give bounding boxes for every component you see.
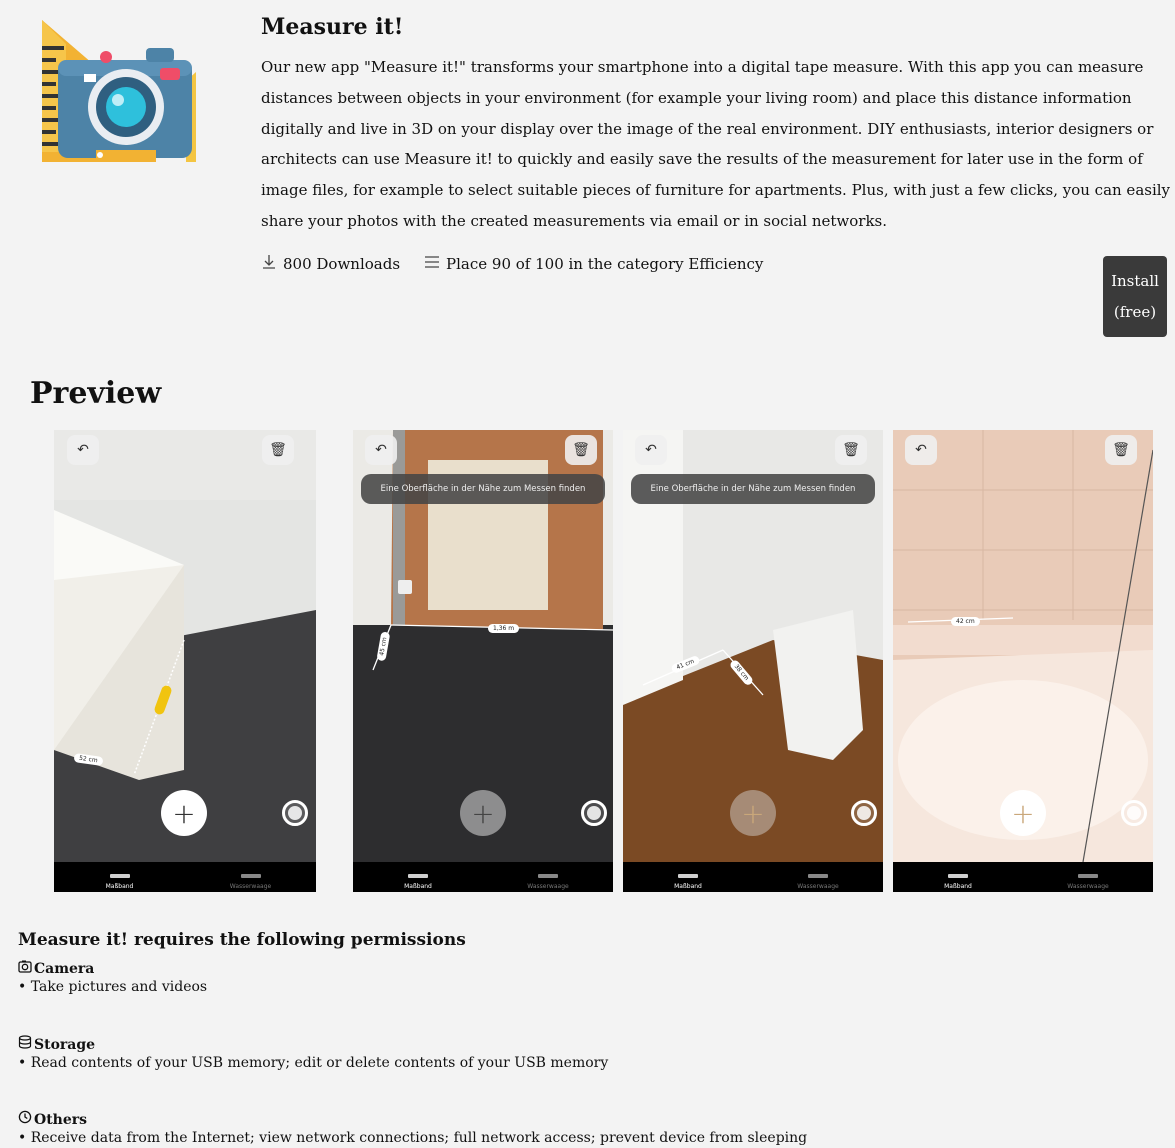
preview-title: Preview xyxy=(30,376,162,411)
permissions-heading: Measure it! requires the following permi… xyxy=(18,930,466,950)
shutter-button[interactable] xyxy=(851,800,877,826)
plus-icon[interactable]: + xyxy=(1000,790,1046,836)
rank-stat: Place 90 of 100 in the category Efficien… xyxy=(424,255,763,273)
permission-camera: Camera • Take pictures and videos xyxy=(18,960,207,997)
permission-title: Camera xyxy=(34,961,95,977)
permission-title: Storage xyxy=(34,1036,96,1053)
trash-icon[interactable]: 🗑 xyxy=(565,435,597,465)
install-button[interactable]: Install (free) xyxy=(1103,256,1167,337)
permission-item: • Read contents of your USB memory; edit… xyxy=(18,1055,609,1071)
undo-icon[interactable]: ↶ xyxy=(365,435,397,465)
shutter-button[interactable] xyxy=(1121,800,1147,826)
plus-icon[interactable]: + xyxy=(460,790,506,836)
trash-icon[interactable]: 🗑 xyxy=(1105,435,1137,465)
permission-storage: Storage • Read contents of your USB memo… xyxy=(18,1035,608,1073)
tab-massband[interactable]: Maßband xyxy=(353,874,483,890)
trash-icon[interactable]: 🗑 xyxy=(835,435,867,465)
tab-massband[interactable]: Maßband xyxy=(893,874,1023,890)
preview-screenshot-1[interactable]: ↶ 🗑 52 cm + Maßband Wasserwaage xyxy=(54,430,316,892)
tab-wasserwaage[interactable]: Wasserwaage xyxy=(483,874,613,890)
preview-screenshot-3[interactable]: ↶ 🗑 Eine Oberfläche in der Nähe zum Mess… xyxy=(623,430,883,892)
shutter-button[interactable] xyxy=(581,800,607,826)
install-label-line2: (free) xyxy=(1113,302,1157,321)
tab-wasserwaage[interactable]: Wasserwaage xyxy=(185,874,316,890)
camera-icon xyxy=(18,960,32,978)
tab-massband[interactable]: Maßband xyxy=(623,874,753,890)
app-description: Our new app "Measure it!" transforms you… xyxy=(261,58,1171,230)
measurement-label: 1,36 m xyxy=(488,624,520,633)
app-title: Measure it! xyxy=(261,14,404,40)
preview-screenshot-2[interactable]: ↶ 🗑 Eine Oberfläche in der Nähe zum Mess… xyxy=(353,430,613,892)
permission-title: Others xyxy=(34,1111,88,1128)
surface-hint: Eine Oberfläche in der Nähe zum Messen f… xyxy=(361,474,605,504)
tab-bar: Maßband Wasserwaage xyxy=(54,862,316,892)
install-label-line1: Install xyxy=(1111,271,1159,290)
permission-item: • Receive data from the Internet; view n… xyxy=(18,1130,808,1146)
rank-text: Place 90 of 100 in the category Efficien… xyxy=(446,255,764,273)
shutter-button[interactable] xyxy=(282,800,308,826)
trash-icon[interactable]: 🗑 xyxy=(262,435,294,465)
tab-bar: Maßband Wasserwaage xyxy=(353,862,613,892)
tab-wasserwaage[interactable]: Wasserwaage xyxy=(753,874,883,890)
permission-item: • Take pictures and videos xyxy=(18,979,208,995)
tab-wasserwaage[interactable]: Wasserwaage xyxy=(1023,874,1153,890)
app-icon xyxy=(42,20,196,162)
downloads-text: 800 Downloads xyxy=(283,255,401,273)
surface-hint: Eine Oberfläche in der Nähe zum Messen f… xyxy=(631,474,875,504)
app-meta: 800 Downloads Place 90 of 100 in the cat… xyxy=(261,254,763,274)
preview-screenshot-4[interactable]: ↶ 🗑 42 cm + Maßband Wasserwaage xyxy=(893,430,1153,892)
undo-icon[interactable]: ↶ xyxy=(905,435,937,465)
undo-icon[interactable]: ↶ xyxy=(635,435,667,465)
measurement-label: 42 cm xyxy=(951,617,980,626)
database-icon xyxy=(18,1035,32,1054)
list-icon xyxy=(424,255,440,273)
download-icon xyxy=(261,254,277,274)
tab-massband[interactable]: Maßband xyxy=(54,874,185,890)
tab-bar: Maßband Wasserwaage xyxy=(893,862,1153,892)
permission-others: Others • Receive data from the Internet;… xyxy=(18,1110,807,1148)
plus-icon[interactable]: + xyxy=(161,790,207,836)
downloads-stat: 800 Downloads xyxy=(261,254,400,274)
undo-icon[interactable]: ↶ xyxy=(67,435,99,465)
tab-bar: Maßband Wasserwaage xyxy=(623,862,883,892)
plus-icon[interactable]: + xyxy=(730,790,776,836)
clock-icon xyxy=(18,1110,32,1129)
